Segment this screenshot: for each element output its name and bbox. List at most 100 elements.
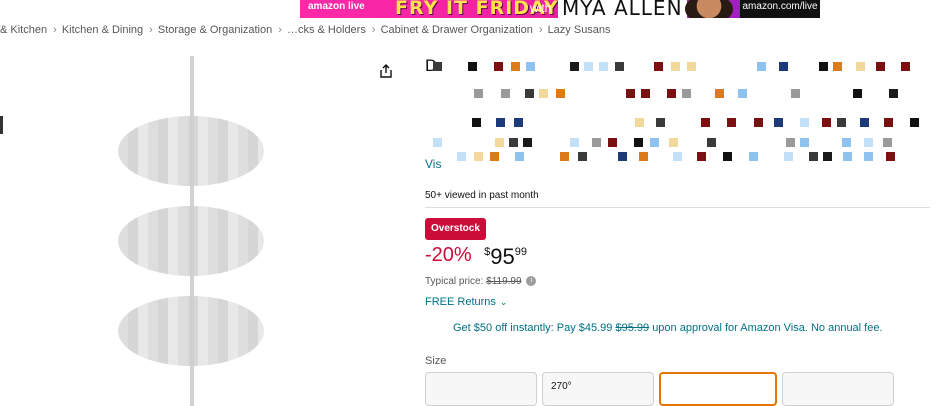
size-option[interactable] [782,372,894,406]
breadcrumb-item[interactable]: …cks & Holders [287,24,366,36]
redaction-pixel [641,89,650,98]
store-visit-link[interactable]: Vis [425,157,441,171]
redaction-pixel [495,138,504,147]
redaction-pixel [843,152,852,161]
breadcrumb: & Kitchen › Kitchen & Dining › Storage & O… [0,24,613,36]
breadcrumb-separator: › [371,24,376,36]
redaction-pixel [570,62,579,71]
redaction-pixel [433,138,442,147]
size-label: Size [425,355,447,367]
host-photo [685,0,733,18]
redaction-pixel [754,118,763,127]
redaction-pixel [626,89,635,98]
redaction-pixel [823,152,832,161]
redaction-pixel [560,152,569,161]
breadcrumb-item[interactable]: Kitchen & Dining [62,24,143,36]
breadcrumb-separator: › [278,24,282,36]
redaction-pixel [494,62,503,71]
redaction-pixel [809,152,818,161]
redaction-pixel [671,62,680,71]
redaction-pixel [667,89,676,98]
divider [425,207,930,208]
redaction-pixel [570,138,579,147]
lazy-susan-tier [118,116,264,186]
redaction-pixel [525,89,534,98]
redaction-pixel [856,62,865,71]
visa-offer-old-price: $95.99 [615,322,650,334]
redaction-pixel [715,89,724,98]
size-option-selected[interactable] [659,372,777,406]
redaction-pixel [837,118,846,127]
redaction-pixel [615,62,624,71]
size-options: 270° [425,372,936,406]
redaction-pixel [523,138,532,147]
size-option[interactable]: 270° [542,372,654,406]
redaction-pixel [634,138,643,147]
promo-banner[interactable]: amazon live FRY IT FRIDAYS with MYA ALLE… [300,0,820,18]
breadcrumb-item[interactable]: Cabinet & Drawer Organization [381,24,533,36]
redaction-pixel [727,118,736,127]
redaction-pixel [490,152,499,161]
free-returns-link[interactable]: FREE Returns ⌄ [425,296,507,308]
redaction-pixel [635,118,644,127]
redaction-pixel [842,138,851,147]
returns-label: FREE Returns [425,296,496,308]
redaction-pixel [584,62,593,71]
visa-offer-link[interactable]: Get $50 off instantly: Pay $45.99 $95.99… [453,322,883,334]
redaction-pixel [474,152,483,161]
visa-offer-suffix: upon approval for Amazon Visa. No annual… [652,322,883,334]
viewed-count: 50+ viewed in past month [425,190,539,201]
lazy-susan-tier [118,206,264,276]
redaction-pixel [472,118,481,127]
redaction-pixel [654,62,663,71]
typical-price: Typical price: $119.99 i [425,276,537,287]
redaction-pixel [889,89,898,98]
redaction-pixel [791,89,800,98]
banner-url: amazon.com/live [740,0,820,18]
breadcrumb-item[interactable]: & Kitchen [0,24,47,36]
redaction-pixel [509,138,518,147]
redaction-pixel [515,152,524,161]
deal-badge: Overstock [425,218,486,240]
redaction-pixel [669,138,678,147]
redaction-pixel [697,152,706,161]
redaction-pixel [457,152,466,161]
redaction-pixel [592,138,601,147]
carousel-edge [0,116,3,134]
redaction-pixel [511,62,520,71]
redaction-pixel [800,138,809,147]
breadcrumb-item[interactable]: Storage & Organization [158,24,272,36]
redaction-pixel [599,62,608,71]
breadcrumb-item[interactable]: Lazy Susans [548,24,611,36]
redaction-pixel [578,152,587,161]
redaction-pixel [701,118,710,127]
price-currency: $ [484,246,491,258]
redaction-pixel [468,62,477,71]
redaction-pixel [800,118,809,127]
size-option[interactable] [425,372,537,406]
price-block: -20% $9599 [425,244,527,274]
redaction-pixel [886,152,895,161]
lazy-susan-tier [118,296,264,366]
product-image[interactable] [100,56,290,406]
share-icon[interactable] [379,64,393,78]
redaction-pixel [639,152,648,161]
typical-price-label: Typical price: [425,276,484,287]
info-icon[interactable]: i [526,276,537,287]
typical-price-value: $119.99 [486,276,522,287]
redaction-pixel [883,138,892,147]
redaction-pixel [786,138,795,147]
redaction-pixel [884,118,893,127]
banner-host-name: MYA ALLEN [558,0,687,18]
banner-with-text: with [530,1,552,15]
redaction-pixel [687,62,696,71]
redaction-pixel [707,138,716,147]
redaction-pixel [539,89,548,98]
redaction-pixel [774,118,783,127]
redaction-pixel [784,152,793,161]
redaction-pixel [757,62,766,71]
redaction-pixel [819,62,828,71]
chevron-down-icon: ⌄ [499,297,508,307]
redaction-pixel [608,138,617,147]
redaction-pixel [514,118,523,127]
